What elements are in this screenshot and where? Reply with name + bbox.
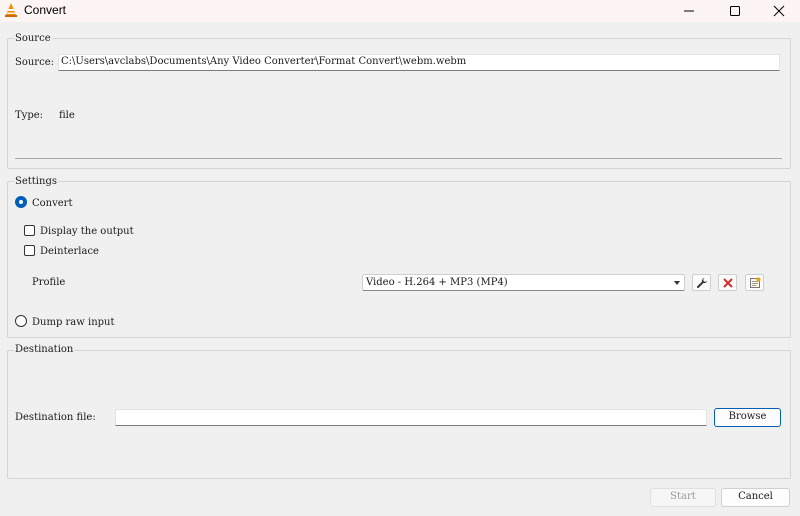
window-title: Convert: [24, 3, 67, 17]
profile-select-value: Video - H.264 + MP3 (MP4): [366, 277, 508, 288]
convert-radio[interactable]: [15, 196, 27, 208]
source-label: Source:: [15, 57, 54, 68]
destination-group-title: Destination: [14, 344, 75, 356]
minimize-icon: [684, 10, 694, 12]
source-divider: [15, 158, 782, 159]
settings-group: [7, 181, 791, 338]
convert-radio-label[interactable]: Convert: [32, 198, 72, 210]
profile-label: Profile: [32, 277, 66, 288]
type-value: file: [59, 110, 75, 121]
delete-profile-button[interactable]: [718, 274, 737, 291]
vlc-cone-icon: [4, 2, 18, 18]
destination-file-label: Destination file:: [15, 412, 96, 423]
dump-raw-radio[interactable]: [15, 315, 27, 327]
source-path-field[interactable]: C:\Users\avclabs\Documents\Any Video Con…: [58, 54, 780, 71]
maximize-icon: [730, 6, 740, 16]
minimize-button[interactable]: [666, 0, 712, 22]
new-profile-button[interactable]: [745, 274, 764, 291]
settings-group-title: Settings: [14, 176, 58, 188]
close-button[interactable]: [756, 0, 800, 22]
destination-file-input[interactable]: [115, 409, 707, 426]
source-group-title: Source: [14, 33, 52, 45]
close-icon: [773, 5, 785, 17]
dump-raw-label[interactable]: Dump raw input: [32, 317, 115, 329]
delete-x-icon: [723, 278, 733, 288]
wrench-icon: [697, 278, 707, 288]
type-label: Type:: [15, 110, 44, 121]
display-output-label[interactable]: Display the output: [40, 226, 134, 238]
edit-profile-button[interactable]: [692, 274, 711, 291]
profile-select[interactable]: Video - H.264 + MP3 (MP4): [362, 274, 685, 291]
cancel-button[interactable]: Cancel: [721, 488, 790, 507]
title-bar: Convert: [0, 0, 800, 22]
maximize-button[interactable]: [712, 0, 758, 22]
display-output-checkbox[interactable]: [24, 225, 35, 236]
chevron-down-icon: [674, 281, 680, 285]
deinterlace-label[interactable]: Deinterlace: [40, 246, 99, 258]
browse-button[interactable]: Browse: [714, 408, 781, 427]
deinterlace-checkbox[interactable]: [24, 245, 35, 256]
start-button[interactable]: Start: [650, 488, 716, 507]
new-profile-icon: [750, 277, 761, 288]
